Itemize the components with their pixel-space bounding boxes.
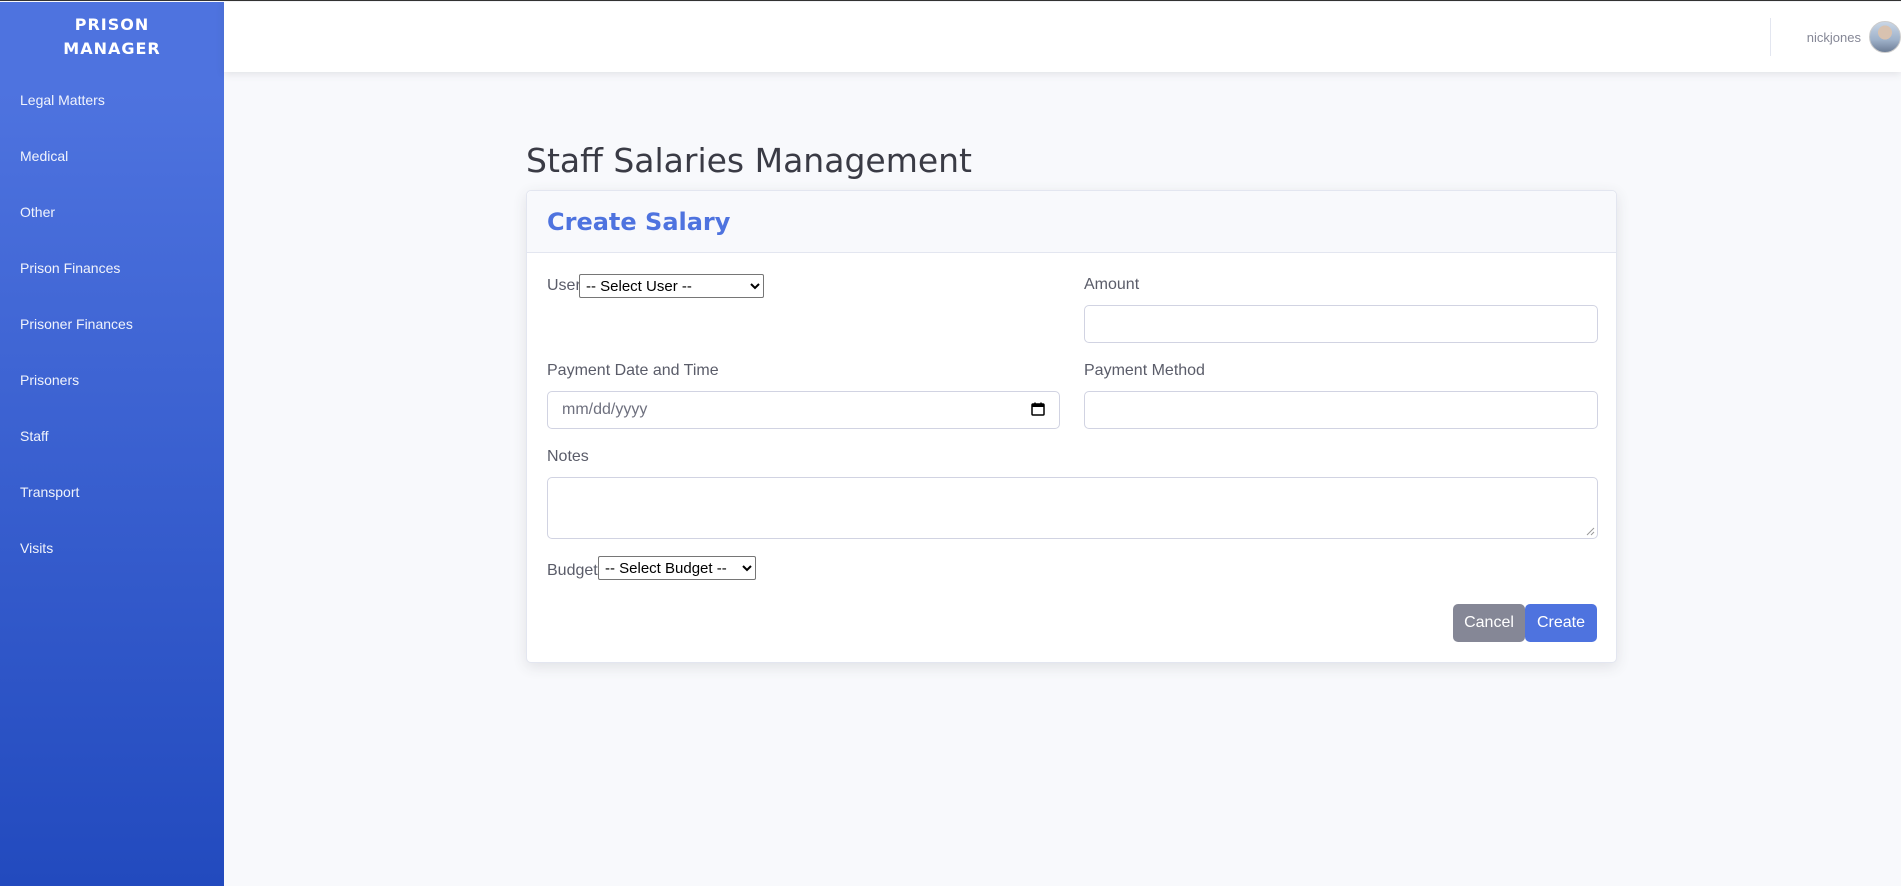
sidebar-item-label: Transport [20,484,80,500]
payment-method-label: Payment Method [1084,362,1205,379]
username-label: nickjones [1806,29,1861,45]
sidebar-nav: Legal Matters Medical Other Prison Finan… [0,72,224,576]
notes-textarea[interactable] [547,477,1598,539]
sidebar-item-label: Legal Matters [20,92,105,108]
brand-logo[interactable]: PRISON MANAGER [0,2,224,72]
budget-select[interactable]: -- Select Budget -- [598,556,756,580]
notes-label: Notes [547,448,589,465]
user-label: User [547,277,581,294]
payment-date-input[interactable]: mm/dd/yyyy [547,391,1060,429]
sidebar-item-label: Other [20,204,56,220]
user-select[interactable]: -- Select User -- [579,274,764,298]
brand-text: PRISON MANAGER [63,15,161,58]
sidebar-item-label: Visits [20,540,54,556]
amount-label: Amount [1084,276,1140,293]
card-header: Create Salary [527,191,1616,253]
payment-date-label: Payment Date and Time [547,362,719,379]
sidebar-item-prisoners[interactable]: Prisoners [0,352,224,408]
sidebar-item-prisoner-finances[interactable]: Prisoner Finances [0,296,224,352]
sidebar-item-prison-finances[interactable]: Prison Finances [0,240,224,296]
topbar: nickjones [224,2,1901,72]
sidebar-item-label: Medical [20,148,69,164]
topbar-divider [1770,18,1771,56]
sidebar-item-label: Staff [20,428,49,444]
create-salary-card: Create Salary User -- Select User -- Amo… [526,190,1617,663]
payment-date-placeholder: mm/dd/yyyy [562,401,648,418]
sidebar-item-medical[interactable]: Medical [0,128,224,184]
sidebar-item-staff[interactable]: Staff [0,408,224,464]
card-title: Create Salary [547,207,731,236]
user-menu[interactable]: nickjones [1807,2,1901,72]
budget-label: Budget [547,562,598,579]
calendar-icon[interactable] [1031,402,1045,416]
sidebar-item-other[interactable]: Other [0,184,224,240]
sidebar: PRISON MANAGER Legal Matters Medical Oth… [0,2,224,886]
resize-handle-icon[interactable] [1586,527,1595,536]
sidebar-item-label: Prison Finances [20,260,121,276]
sidebar-item-transport[interactable]: Transport [0,464,224,520]
sidebar-item-visits[interactable]: Visits [0,520,224,576]
create-button[interactable]: Create [1525,604,1597,642]
user-avatar-icon [1869,21,1901,53]
page-title: Staff Salaries Management [526,141,972,180]
cancel-button[interactable]: Cancel [1453,604,1525,642]
payment-method-input[interactable] [1084,391,1598,429]
sidebar-item-label: Prisoner Finances [20,316,133,332]
sidebar-item-legal-matters[interactable]: Legal Matters [0,72,224,128]
sidebar-item-label: Prisoners [20,372,80,388]
amount-input[interactable] [1084,305,1598,343]
